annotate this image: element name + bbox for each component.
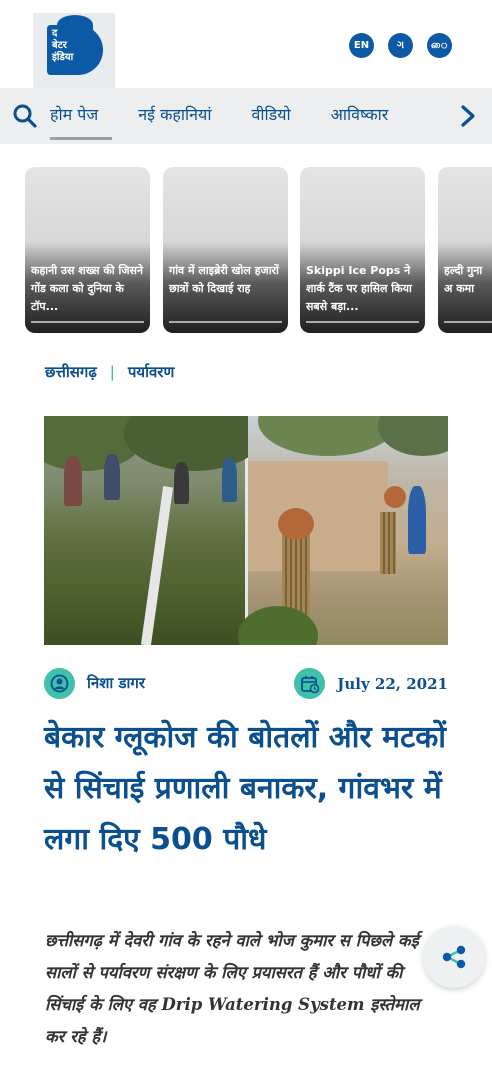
hero-photo-left [44, 416, 264, 645]
story-card-text: कहानी उस शख्स की जिसने गोंड कला को दुनिय… [31, 264, 144, 313]
category-link[interactable]: छत्तीसगढ़ [45, 362, 97, 382]
story-card-text: हल्दी गुना अ कमा [444, 264, 483, 295]
nav-item-new-stories[interactable]: नई कहानियां [138, 88, 211, 144]
language-button-english[interactable]: EN [349, 33, 374, 58]
logo-line-2: बेटर [52, 40, 67, 51]
language-button-tamil[interactable]: ை [427, 33, 452, 58]
main-nav: होम पेज नई कहानियां वीडियो आविष्कार [0, 88, 492, 144]
article-author[interactable]: निशा डागर [87, 673, 145, 693]
article-excerpt: छत्तीसगढ़ में देवरी गांव के रहने वाले भो… [45, 931, 420, 1046]
share-button[interactable] [423, 926, 485, 988]
story-card[interactable]: कहानी उस शख्स की जिसने गोंड कला को दुनिय… [25, 167, 150, 333]
story-progress-bar [444, 321, 492, 323]
language-switcher: EN ગ ை [349, 33, 452, 58]
story-card[interactable]: हल्दी गुना अ कमा [438, 167, 492, 333]
story-progress-bar [306, 321, 419, 323]
story-card[interactable]: गांव में लाइब्रेरी खोल हजारों छात्रों को… [163, 167, 288, 333]
story-progress-bar [31, 321, 144, 323]
user-icon [44, 668, 75, 699]
article-meta: निशा डागर July 22, 2021 [44, 668, 448, 700]
nav-item-home[interactable]: होम पेज [50, 88, 113, 144]
hero-photo-right [238, 416, 448, 645]
story-progress-bar [169, 321, 282, 323]
article-title: बेकार ग्लूकोज की बोतलों और मटकों से सिंच… [44, 720, 447, 857]
article-date: July 22, 2021 [337, 675, 448, 693]
story-card-text: गांव में लाइब्रेरी खोल हजारों छात्रों को… [169, 264, 279, 295]
site-logo[interactable]: द बेटर इंडिया [33, 13, 115, 88]
category-link[interactable]: पर्यावरण [128, 362, 174, 382]
language-button-gujarati[interactable]: ગ [388, 33, 413, 58]
logo-line-3: इंडिया [52, 52, 74, 63]
share-icon [442, 945, 466, 969]
logo-line-1: द [52, 28, 58, 39]
nav-item-video[interactable]: वीडियो [251, 88, 290, 144]
story-card[interactable]: Skippi Ice Pops ने शार्क टैंक पर हासिल क… [300, 167, 425, 333]
chevron-right-icon[interactable] [458, 104, 478, 128]
story-carousel: कहानी उस शख्स की जिसने गोंड कला को दुनिय… [25, 167, 492, 333]
logo-text: द बेटर इंडिया [52, 28, 102, 64]
category-separator: | [109, 363, 115, 381]
search-icon[interactable] [12, 103, 38, 129]
nav-items: होम पेज नई कहानियां वीडियो आविष्कार [50, 88, 428, 144]
nav-item-innovation[interactable]: आविष्कार [331, 88, 389, 144]
article-categories: छत्तीसगढ़ | पर्यावरण [45, 362, 174, 382]
story-card-text: Skippi Ice Pops ने शार्क टैंक पर हासिल क… [306, 264, 412, 313]
calendar-icon [294, 668, 325, 699]
article-hero-image [44, 416, 448, 645]
site-header: द बेटर इंडिया EN ગ ை [0, 0, 492, 88]
